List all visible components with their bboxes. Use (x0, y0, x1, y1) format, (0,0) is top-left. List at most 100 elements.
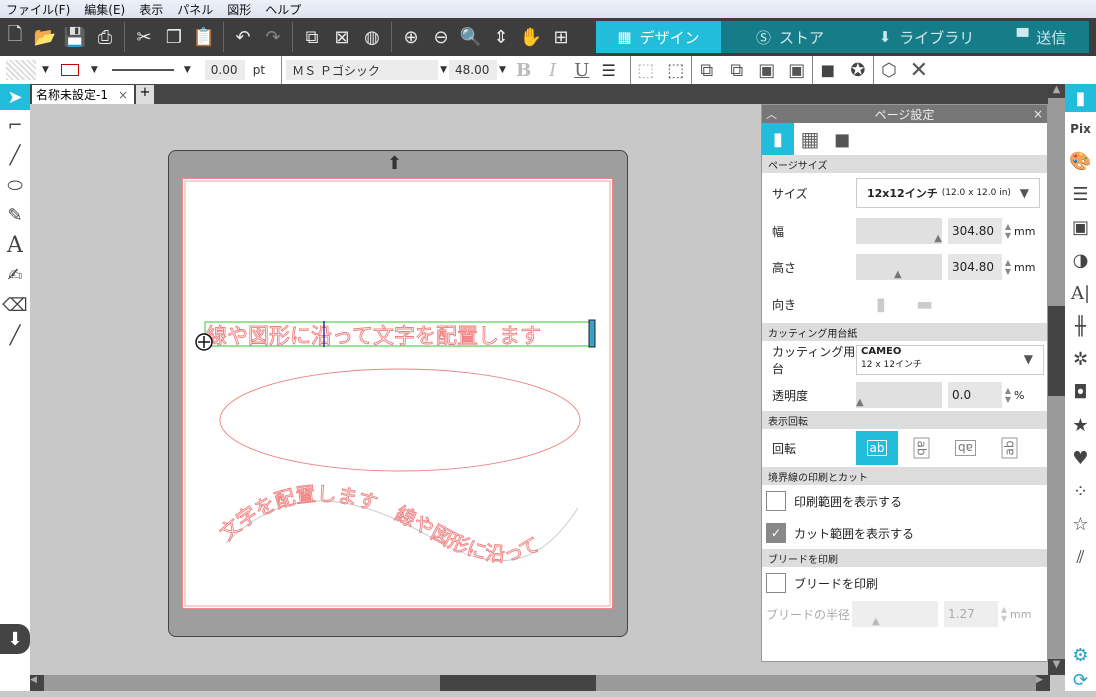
line-style-preview[interactable] (112, 69, 174, 71)
rotate-0-button[interactable]: ab (856, 431, 898, 465)
rotate-180-button[interactable]: ab (944, 431, 986, 465)
horizontal-scroll-thumb[interactable] (440, 675, 596, 691)
bring-forward-icon[interactable]: ⧉ (722, 55, 752, 85)
text-style-icon[interactable]: A| (1065, 277, 1096, 310)
star-outline-icon[interactable]: ☆ (1065, 508, 1096, 541)
dropdown-arrow-icon[interactable]: ▼ (440, 65, 447, 75)
copy-icon[interactable]: ❐ (159, 22, 189, 52)
library-drawer-icon[interactable]: ⬇ (0, 624, 30, 654)
menu-help[interactable]: ヘルプ (265, 1, 301, 18)
tab-send[interactable]: ▀送信 (994, 21, 1089, 53)
contrast-icon[interactable]: ◑ (1065, 244, 1096, 277)
open-folder-icon[interactable]: 📂 (30, 22, 60, 52)
sketch-tool-icon[interactable]: ✍ (0, 260, 30, 290)
height-spinner[interactable]: ▲▼ (1002, 258, 1014, 276)
bring-to-front-icon[interactable]: ⧉ (692, 55, 722, 85)
tab-design[interactable]: ▦デザイン (596, 21, 721, 53)
menu-view[interactable]: 表示 (139, 1, 163, 18)
straight-text[interactable]: 線や図形に沿って文字を配置します (206, 324, 541, 348)
scroll-up-icon[interactable]: ▲ (1048, 84, 1065, 98)
select-all-icon[interactable]: ⧉ (297, 22, 327, 52)
rhinestone-icon[interactable]: ⁘ (1065, 475, 1096, 508)
close-tab-button[interactable]: × (118, 88, 128, 102)
italic-button[interactable]: I (549, 60, 556, 81)
bleed-checkbox-row[interactable]: ブリードを印刷 (762, 567, 1047, 599)
redo-icon[interactable]: ↷ (258, 22, 288, 52)
tab-store[interactable]: Ⓢストア (721, 21, 859, 53)
print-icon[interactable]: ⎙ (90, 22, 120, 52)
ungroup-icon[interactable]: ⬚ (661, 55, 691, 85)
menu-shape[interactable]: 図形 (227, 1, 251, 18)
design-canvas[interactable]: 線や図形に沿って文字を配置します 文字を配置します 線や図形に沿って (182, 178, 613, 609)
opacity-input[interactable]: 0.0 (948, 382, 1002, 408)
tab-library[interactable]: ⬇ライブラリ (859, 21, 994, 53)
dropdown-arrow-icon[interactable]: ▼ (499, 65, 506, 75)
rotate-90-button[interactable]: ab (900, 431, 942, 465)
height-input[interactable]: 304.80 (948, 254, 1002, 280)
show-print-checkbox[interactable] (766, 491, 786, 511)
eraser-icon[interactable]: ⌫ (0, 290, 30, 320)
undo-icon[interactable]: ↶ (228, 22, 258, 52)
bleed-checkbox[interactable] (766, 573, 786, 593)
delete-icon[interactable]: ✕ (904, 55, 934, 85)
trace-icon[interactable]: ♥ (1065, 442, 1096, 475)
page-size-select[interactable]: 12x12インチ (12.0 x 12.0 in) ▼ (856, 178, 1040, 208)
opacity-spinner[interactable]: ▲▼ (1002, 386, 1014, 404)
palette-icon[interactable]: 🎨 (1065, 145, 1096, 178)
pan-hand-icon[interactable]: ✋ (516, 22, 546, 52)
collapse-icon[interactable]: ︿ (766, 106, 777, 122)
height-slider[interactable]: ▲ (856, 254, 942, 280)
align-icon[interactable]: ╫ (1065, 310, 1096, 343)
move-handle-icon[interactable] (196, 334, 212, 350)
cut-icon[interactable]: ✂ (129, 22, 159, 52)
design-page[interactable]: 線や図形に沿って文字を配置します 文字を配置します 線や図形に沿って (182, 178, 613, 609)
transform-icon[interactable]: ✲ (1065, 343, 1096, 376)
select-arrow-icon[interactable]: ➤ (0, 84, 30, 110)
modify-icon[interactable]: ◘ (1065, 376, 1096, 409)
star-shape-icon[interactable]: ✪ (843, 55, 873, 85)
text-width-handle[interactable] (589, 320, 595, 347)
edit-points-icon[interactable]: ⌐ (0, 110, 30, 140)
deselect-icon[interactable]: ⊠ (327, 22, 357, 52)
align-icon[interactable]: ☰ (601, 61, 615, 80)
fill-pattern-icon[interactable]: ▣ (1065, 211, 1096, 244)
save-icon[interactable]: 💾 (60, 22, 90, 52)
add-tab-button[interactable]: + (136, 85, 154, 104)
group-icon[interactable]: ⬚ (631, 55, 661, 85)
zoom-out-icon[interactable]: ⊖ (426, 22, 456, 52)
new-file-icon[interactable]: 🗋 (0, 22, 30, 52)
ellipse-tool-icon[interactable]: ⬭ (0, 170, 30, 200)
show-print-checkbox-row[interactable]: 印刷範囲を表示する (762, 485, 1047, 517)
fit-window-icon[interactable]: ⊞ (546, 22, 576, 52)
line-color-swatch[interactable] (61, 64, 79, 76)
menu-panel[interactable]: パネル (177, 1, 213, 18)
sketch-hatch-icon[interactable]: ⫽ (1065, 541, 1096, 574)
scroll-down-icon[interactable]: ▼ (1048, 659, 1065, 675)
portrait-icon[interactable]: ▮ (876, 294, 916, 315)
bold-button[interactable]: B (516, 60, 531, 81)
line-style-icon[interactable]: ☰ (1065, 178, 1096, 211)
width-slider[interactable]: ▲ (856, 218, 942, 244)
fill-pattern-swatch[interactable] (6, 60, 36, 80)
pixscan-icon[interactable]: Pix (1065, 112, 1096, 145)
send-backward-icon[interactable]: ▣ (752, 55, 782, 85)
vertical-scrollbar[interactable]: ▲ ▼ (1048, 84, 1065, 675)
show-cut-checkbox-row[interactable]: ✓ カット範囲を表示する (762, 517, 1047, 549)
page-setup-icon[interactable]: ▮ (1065, 84, 1096, 112)
width-input[interactable]: 304.80 (948, 218, 1002, 244)
ellipse-shape[interactable] (220, 369, 580, 471)
show-cut-checkbox[interactable]: ✓ (766, 523, 786, 543)
horizontal-scrollbar[interactable]: ◀ ▶ (30, 675, 1050, 691)
dropdown-arrow-icon[interactable]: ▼ (91, 65, 98, 75)
sync-icon[interactable]: ⟳ (1065, 664, 1096, 697)
document-tab[interactable]: 名称未設定-1 × (32, 85, 134, 104)
shape-weld-icon[interactable]: ◼ (813, 55, 843, 85)
paste-icon[interactable]: 📋 (189, 22, 219, 52)
knife-icon[interactable]: ╱ (0, 320, 30, 350)
underline-button[interactable]: U (574, 60, 589, 81)
scroll-left-icon[interactable]: ◀ (30, 675, 44, 691)
text-tool-icon[interactable]: A (0, 230, 30, 260)
registration-tab-icon[interactable]: ◼ (826, 127, 858, 151)
freehand-pencil-icon[interactable]: ✎ (0, 200, 30, 230)
mat-select[interactable]: CAMEO 12 x 12インチ ▼ (856, 345, 1044, 375)
